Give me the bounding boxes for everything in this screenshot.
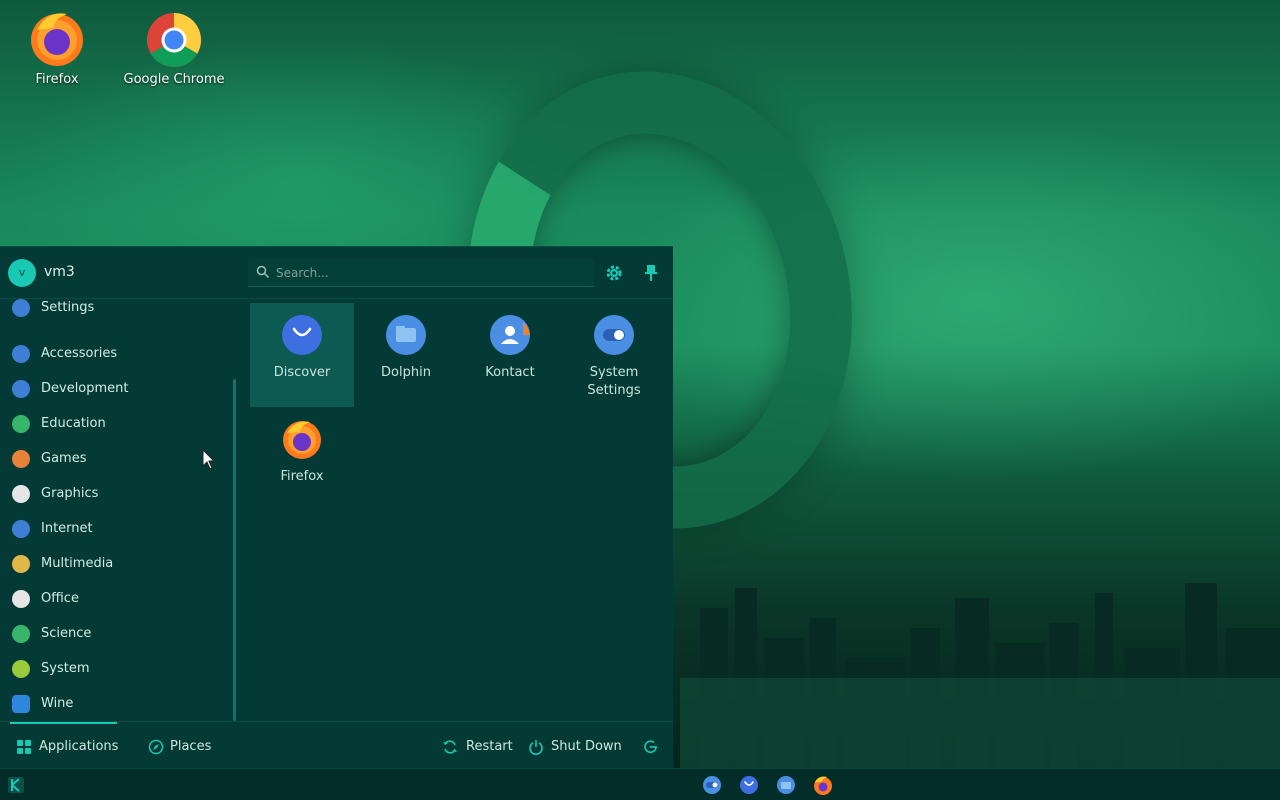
taskbar-dolphin-icon[interactable] (776, 775, 796, 795)
firefox-icon (31, 13, 83, 66)
discover-icon (282, 315, 322, 355)
category-label: Wine (41, 696, 74, 711)
username: vm3 (44, 264, 75, 280)
games-icon (12, 450, 30, 468)
education-icon (12, 415, 30, 433)
kontact-icon (490, 315, 530, 355)
tab-places[interactable]: Places (148, 738, 218, 758)
leave-button[interactable] (643, 738, 661, 758)
category-system[interactable]: System (10, 654, 220, 684)
wine-icon (12, 695, 30, 713)
development-icon (12, 380, 30, 398)
search-box[interactable] (248, 259, 594, 287)
grid-icon (17, 740, 31, 754)
leave-icon (644, 740, 657, 753)
desktop-icon-chrome[interactable]: Google Chrome (119, 8, 229, 87)
mouse-cursor-icon (202, 449, 216, 470)
app-system-settings[interactable]: System Settings (562, 303, 666, 407)
tab-places-label: Places (170, 739, 212, 754)
taskbar-discover-icon[interactable] (739, 775, 759, 795)
app-dolphin[interactable]: Dolphin (354, 303, 458, 407)
app-label: Kontact (485, 365, 535, 380)
science-icon (12, 625, 30, 643)
graphics-icon (12, 485, 30, 503)
accessories-icon (12, 345, 30, 363)
launcher-footer: Applications Places Restart Shut Down (0, 721, 673, 769)
launcher-header: v vm3 (0, 247, 673, 299)
app-label: Firefox (280, 469, 324, 484)
category-label: Office (41, 591, 79, 606)
taskbar-firefox-icon[interactable] (813, 775, 833, 795)
category-office[interactable]: Office (10, 584, 220, 614)
category-games[interactable]: Games (10, 444, 220, 474)
shutdown-label: Shut Down (551, 739, 622, 754)
category-label: Graphics (41, 486, 99, 501)
active-tab-indicator (10, 722, 117, 724)
app-kontact[interactable]: Kontact (458, 303, 562, 407)
pin-icon[interactable] (641, 263, 661, 283)
taskbar-system-settings-icon[interactable] (702, 775, 722, 795)
app-label: System Settings (587, 365, 641, 398)
chrome-icon (147, 12, 202, 68)
category-internet[interactable]: Internet (10, 514, 220, 544)
app-discover[interactable]: Discover (250, 303, 354, 407)
app-label: Discover (273, 365, 331, 380)
category-label: Games (41, 451, 87, 466)
shutdown-button[interactable]: Shut Down (528, 738, 622, 758)
category-graphics[interactable]: Graphics (10, 479, 220, 509)
tab-applications[interactable]: Applications (16, 738, 119, 758)
search-input[interactable] (276, 263, 576, 283)
system-settings-icon (594, 315, 634, 355)
restart-button[interactable]: Restart (442, 738, 514, 758)
settings-icon (12, 299, 30, 317)
category-label: Internet (41, 521, 93, 536)
compass-icon (148, 739, 164, 755)
category-label: Science (41, 626, 92, 641)
category-list: Settings Accessories Development Educati… (0, 299, 236, 721)
gear-icon[interactable] (604, 263, 624, 283)
category-label: Settings (41, 300, 95, 315)
multimedia-icon (12, 555, 30, 573)
firefox-icon (283, 421, 321, 459)
category-education[interactable]: Education (10, 409, 220, 439)
category-label: Development (41, 381, 129, 396)
app-firefox[interactable]: Firefox (250, 407, 354, 511)
category-accessories[interactable]: Accessories (10, 339, 220, 369)
category-settings[interactable]: Settings (10, 299, 220, 323)
category-science[interactable]: Science (10, 619, 220, 649)
restart-icon (443, 740, 457, 754)
app-label: Dolphin (381, 365, 431, 380)
desktop-icon-firefox[interactable]: Firefox (2, 8, 112, 87)
application-launcher: v vm3 Settings Accessories (0, 246, 673, 768)
taskbar (0, 768, 1280, 800)
category-label: Education (41, 416, 106, 431)
category-label: Accessories (41, 346, 118, 361)
search-icon (256, 265, 270, 279)
desktop-icon-label: Google Chrome (123, 72, 225, 87)
office-icon (12, 590, 30, 608)
tab-applications-label: Applications (39, 739, 119, 754)
category-development[interactable]: Development (10, 374, 220, 404)
power-icon (529, 740, 543, 755)
restart-label: Restart (466, 739, 513, 754)
category-wine[interactable]: Wine (10, 689, 220, 719)
internet-icon (12, 520, 30, 538)
dolphin-icon (386, 315, 426, 355)
desktop-icon-label: Firefox (35, 72, 79, 87)
category-label: System (41, 661, 90, 676)
kde-launcher-icon[interactable] (6, 775, 26, 795)
system-icon (12, 660, 30, 678)
category-multimedia[interactable]: Multimedia (10, 549, 220, 579)
category-label: Multimedia (41, 556, 114, 571)
category-scrollbar[interactable] (233, 379, 236, 721)
avatar[interactable]: v (8, 259, 36, 287)
